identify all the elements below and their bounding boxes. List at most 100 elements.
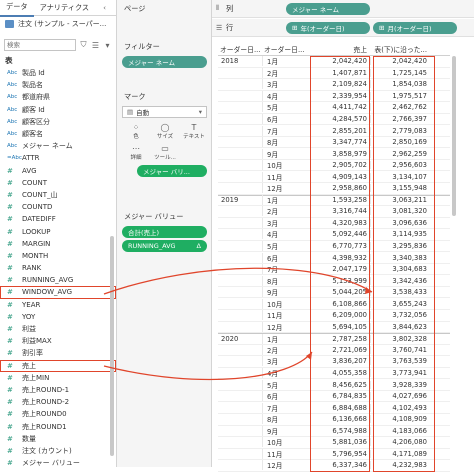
field-item[interactable]: # COUNT_山 — [0, 189, 116, 201]
text-button[interactable]: T テキスト — [180, 121, 208, 141]
field-item[interactable]: Abc 製品 Id — [0, 67, 116, 79]
tooltip-button[interactable]: ▭ ツール... — [151, 142, 179, 162]
field-item[interactable]: # 割引率 — [0, 347, 116, 359]
datasource-item[interactable]: 注文 (サンプル - スーパー... — [0, 16, 116, 32]
field-name: 注文 (カウント) — [22, 446, 72, 455]
field-item[interactable]: # メジャー バリュー — [0, 457, 116, 469]
field-item[interactable]: Abc メジャー ネーム — [0, 140, 116, 152]
detail-icon: ⋯ — [132, 143, 140, 153]
size-icon: ◯ — [160, 122, 170, 132]
header-running-avg[interactable]: 表(下)に沿った... — [370, 44, 430, 54]
field-item[interactable]: # MONTH — [0, 250, 116, 262]
field-item[interactable]: # 数量 — [0, 433, 116, 445]
tooltip-label: ツール... — [154, 154, 176, 161]
field-item[interactable]: # RANK — [0, 262, 116, 274]
running-avg-cell: 3,763,539 — [370, 357, 430, 366]
running-avg-cell: 2,779,083 — [370, 126, 430, 135]
tab-analytics[interactable]: アナリティクス — [34, 0, 96, 16]
color-button[interactable]: ⁘ 色 — [122, 121, 150, 141]
field-item[interactable]: # 売上MIN — [0, 372, 116, 384]
string-type-icon: Abc — [7, 70, 18, 77]
pages-card-title: ページ — [124, 4, 146, 13]
field-search-box[interactable] — [4, 39, 76, 51]
color-label: 色 — [133, 133, 139, 140]
field-item[interactable]: Abc 都道府県 — [0, 91, 116, 103]
field-item[interactable]: Abc 顧客区分 — [0, 116, 116, 128]
field-item[interactable]: # 売上ROUND-2 — [0, 396, 116, 408]
collapse-pane-icon[interactable]: ‹ — [97, 0, 112, 16]
field-item[interactable]: # YOY — [0, 311, 116, 323]
data-pane-tabs: データ アナリティクス ‹ — [0, 0, 116, 17]
marks-pill-measure-values[interactable]: メジャー バリ... — [137, 165, 207, 177]
rows-pill-month[interactable]: ⊞ 月(オーダー日) — [373, 21, 457, 34]
field-item[interactable]: # DATEDIFF — [0, 213, 116, 225]
tab-data[interactable]: データ — [0, 0, 34, 17]
header-sales[interactable]: 売上 — [310, 44, 370, 54]
field-name: RANK — [22, 264, 42, 273]
plus-icon: ⊞ — [292, 23, 298, 32]
header-year[interactable]: オーダー日... — [218, 44, 262, 54]
field-name: YEAR — [22, 300, 41, 309]
month-cell: 4月 — [262, 368, 310, 379]
field-item[interactable]: # 利益 — [0, 323, 116, 335]
field-list-scrollbar[interactable] — [110, 236, 114, 456]
table-row: 2月 2,721,069 3,760,741 — [218, 344, 450, 357]
mark-type-select[interactable]: ▤ 自動 ▾ — [122, 106, 207, 118]
columns-shelf[interactable]: ⫴ 列 メジャー ネーム — [212, 0, 474, 18]
pages-card: ページ — [117, 2, 212, 16]
mv-pill-running-avg[interactable]: RUNNING_AVG Δ — [122, 240, 207, 252]
field-item[interactable]: # 売上 — [0, 359, 116, 372]
month-cell: 10月 — [262, 298, 310, 309]
field-search-input[interactable] — [7, 41, 75, 49]
size-button[interactable]: ◯ サイズ — [151, 121, 179, 141]
month-cell: 2月 — [262, 344, 310, 355]
field-item[interactable]: # 注文 (カウント) — [0, 445, 116, 457]
table-row: 9月 3,858,979 2,962,259 — [218, 148, 450, 160]
sales-cell: 2,905,702 — [310, 161, 370, 170]
view-scrollbar[interactable] — [452, 56, 456, 216]
field-item[interactable]: # MARGIN — [0, 238, 116, 250]
field-item[interactable]: Abc 顧客 Id — [0, 104, 116, 116]
running-avg-cell: 2,766,397 — [370, 115, 430, 123]
running-avg-cell: 3,655,243 — [370, 299, 430, 308]
filter-icon[interactable]: ⛉ — [79, 40, 88, 50]
field-item[interactable]: # 売上ROUND0 — [0, 408, 116, 420]
field-name: 売上ROUND-1 — [22, 385, 70, 394]
field-item[interactable]: Abc 製品名 — [0, 79, 116, 91]
field-item[interactable]: # 売上ROUND-1 — [0, 384, 116, 396]
running-avg-cell: 1,725,145 — [370, 68, 430, 77]
cards-pane: ページ フィルター メジャー ネーム マーク ▤ 自動 ▾ ⁘ 色 ◯ サイズ Tテ… — [117, 0, 212, 467]
mark-buttons: ⁘ 色 ◯ サイズ T テキスト ⋯ 詳細 ▭ ツール... — [122, 121, 207, 162]
table-row: 8月 5,153,999 3,342,436 — [218, 275, 450, 287]
field-item[interactable]: # COUNT — [0, 177, 116, 189]
field-item[interactable]: # RUNNING_AVG — [0, 274, 116, 286]
mv-pill-sum-sales[interactable]: 合計(売上) — [122, 226, 207, 238]
field-item[interactable]: # WINDOW_AVG — [0, 286, 116, 299]
rows-shelf[interactable]: ☰ 行 ⊞ 年(オーダー日) ⊞ 月(オーダー日) — [212, 19, 474, 37]
month-cell: 9月 — [262, 287, 310, 298]
header-month[interactable]: オーダー日... — [262, 44, 310, 54]
field-item[interactable]: # COUNTD — [0, 201, 116, 213]
columns-pill-measure-names[interactable]: メジャー ネーム — [286, 2, 370, 15]
rows-pill-year[interactable]: ⊞ 年(オーダー日) — [286, 21, 370, 34]
running-avg-cell: 3,342,436 — [370, 276, 430, 285]
rows-icon: ☰ — [216, 23, 223, 32]
chevron-down-icon[interactable]: ▾ — [103, 41, 112, 50]
field-item[interactable]: # LOOKUP — [0, 225, 116, 237]
sales-cell: 5,092,446 — [310, 230, 370, 239]
detail-button[interactable]: ⋯ 詳細 — [122, 142, 150, 162]
field-item[interactable]: # 利益MAX — [0, 335, 116, 347]
marks-card: マーク ▤ 自動 ▾ ⁘ 色 ◯ サイズ T テキスト ⋯ 詳細 ▭ ツール... メジャ… — [117, 90, 212, 179]
filter-pill-measure-names[interactable]: メジャー ネーム — [122, 56, 207, 68]
view-options-icon[interactable]: ☰ — [91, 41, 100, 50]
measure-type-icon: # — [7, 446, 13, 455]
field-item[interactable]: # AVG — [0, 165, 116, 177]
field-item[interactable]: # 売上ROUND1 — [0, 420, 116, 432]
string-type-icon: Abc — [7, 143, 18, 150]
field-item[interactable]: =Abc ATTR — [0, 152, 116, 164]
field-item[interactable]: # YEAR — [0, 299, 116, 311]
table-row: 4月 2,339,954 1,975,517 — [218, 90, 450, 103]
measure-type-icon: # — [7, 239, 13, 248]
field-item[interactable]: Abc 顧客名 — [0, 128, 116, 140]
size-label: サイズ — [156, 133, 174, 140]
